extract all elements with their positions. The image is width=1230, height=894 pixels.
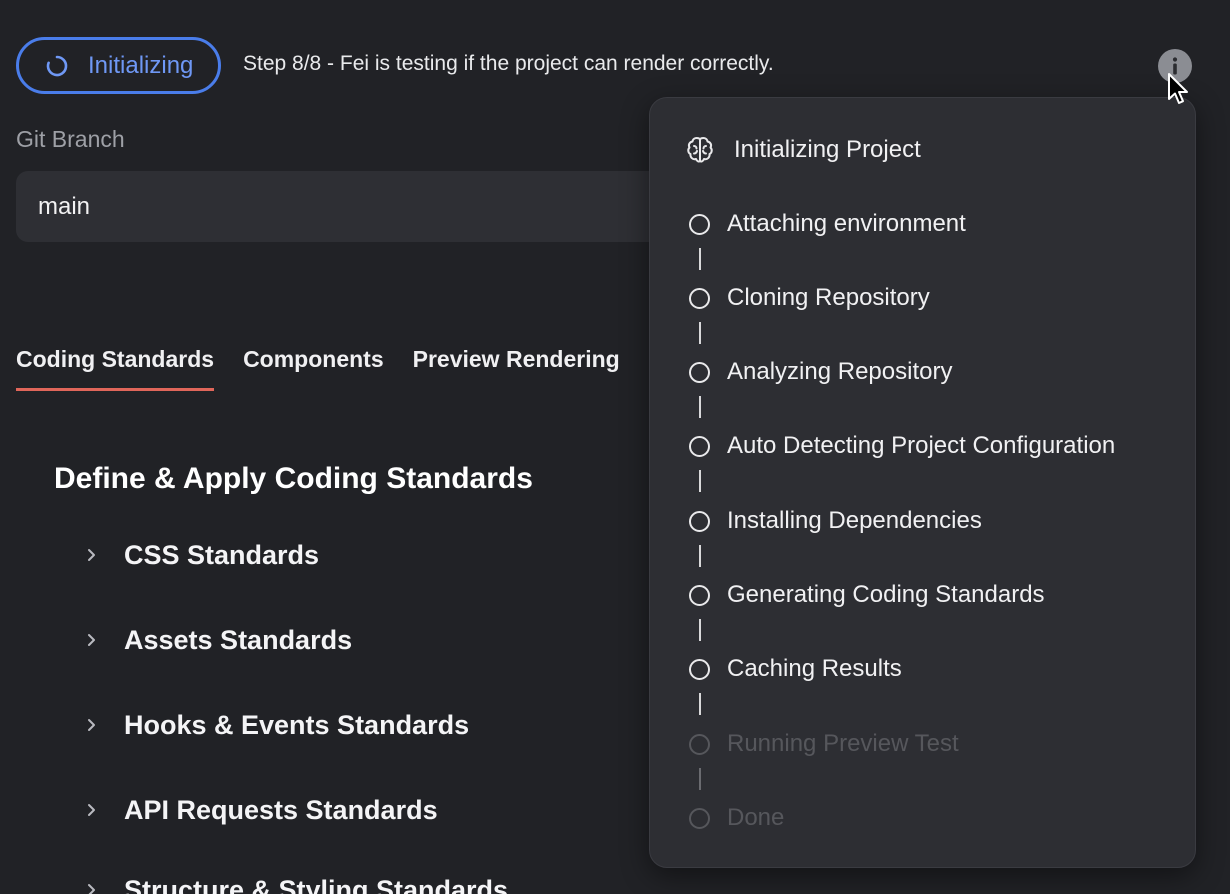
chevron-right-icon	[86, 803, 98, 817]
step-item: Generating Coding Standards	[689, 581, 1045, 609]
standard-item-assets[interactable]: Assets Standards	[86, 622, 352, 658]
step-label: Installing Dependencies	[727, 507, 982, 534]
section-title: Define & Apply Coding Standards	[54, 462, 533, 495]
step-status-circle-icon	[689, 287, 710, 309]
step-connector	[699, 619, 701, 641]
step-label: Caching Results	[727, 655, 902, 682]
step-status-circle-icon	[689, 361, 710, 383]
standard-item-api-requests[interactable]: API Requests Standards	[86, 792, 438, 828]
standard-item-label: API Requests Standards	[124, 794, 438, 825]
git-branch-value: main	[38, 192, 91, 220]
step-item: Caching Results	[689, 655, 902, 683]
initializing-status-button[interactable]: Initializing	[16, 37, 221, 94]
step-status-circle-icon	[689, 584, 710, 606]
step-item: Auto Detecting Project Configuration	[689, 432, 1115, 460]
tab-coding-standards[interactable]: Coding Standards	[16, 346, 215, 391]
step-connector	[699, 396, 701, 418]
step-status-circle-icon	[689, 658, 710, 680]
standard-item-label: Assets Standards	[124, 624, 353, 655]
app-page: Initializing Step 8/8 - Fei is testing i…	[0, 0, 1230, 894]
step-label: Auto Detecting Project Configuration	[727, 432, 1116, 459]
spinner-icon	[45, 54, 69, 78]
popover-title: Initializing Project	[734, 136, 921, 163]
step-label: Generating Coding Standards	[727, 581, 1045, 608]
standard-item-hooks-events[interactable]: Hooks & Events Standards	[86, 707, 469, 743]
initializing-project-popover: Initializing Project Attaching environme…	[649, 97, 1196, 868]
step-status-circle-icon	[689, 733, 710, 755]
step-status-circle-icon	[689, 510, 710, 532]
step-connector	[699, 470, 701, 492]
step-label: Analyzing Repository	[727, 358, 953, 385]
tab-components[interactable]: Components	[243, 346, 384, 391]
step-item: Cloning Repository	[689, 284, 930, 312]
brain-icon	[684, 134, 716, 166]
standard-item-css[interactable]: CSS Standards	[86, 537, 319, 573]
step-label: Attaching environment	[727, 210, 966, 237]
chevron-right-icon	[86, 718, 98, 732]
step-item: Installing Dependencies	[689, 507, 982, 535]
step-connector	[699, 693, 701, 715]
chevron-right-icon	[86, 883, 98, 894]
tab-bar: Coding Standards Components Preview Rend…	[16, 346, 649, 391]
step-label: Running Preview Test	[727, 730, 959, 757]
step-progress-text: Step 8/8 - Fei is testing if the project…	[243, 52, 774, 75]
chevron-right-icon	[86, 633, 98, 647]
standard-item-label: CSS Standards	[124, 539, 320, 570]
mouse-cursor-icon	[1166, 72, 1192, 108]
standard-item-label: Structure & Styling Standards	[124, 874, 509, 894]
step-item-pending: Running Preview Test	[689, 730, 959, 758]
standard-item-structure-styling[interactable]: Structure & Styling Standards	[86, 872, 508, 894]
step-connector	[699, 248, 701, 270]
step-status-circle-icon	[689, 213, 710, 235]
status-label: Initializing	[88, 51, 194, 79]
step-item: Attaching environment	[689, 210, 966, 238]
step-status-circle-icon	[689, 807, 710, 829]
tab-preview-rendering[interactable]: Preview Rendering	[413, 346, 620, 391]
step-status-circle-icon	[689, 435, 710, 457]
popover-header: Initializing Project	[684, 134, 921, 166]
step-item: Analyzing Repository	[689, 358, 952, 386]
step-item-pending: Done	[689, 804, 784, 832]
step-connector	[699, 768, 701, 790]
step-connector	[699, 545, 701, 567]
chevron-right-icon	[86, 548, 98, 562]
step-connector	[699, 322, 701, 344]
step-label: Done	[727, 804, 785, 831]
git-branch-label: Git Branch	[16, 126, 125, 152]
standard-item-label: Hooks & Events Standards	[124, 709, 470, 740]
step-label: Cloning Repository	[727, 284, 930, 311]
